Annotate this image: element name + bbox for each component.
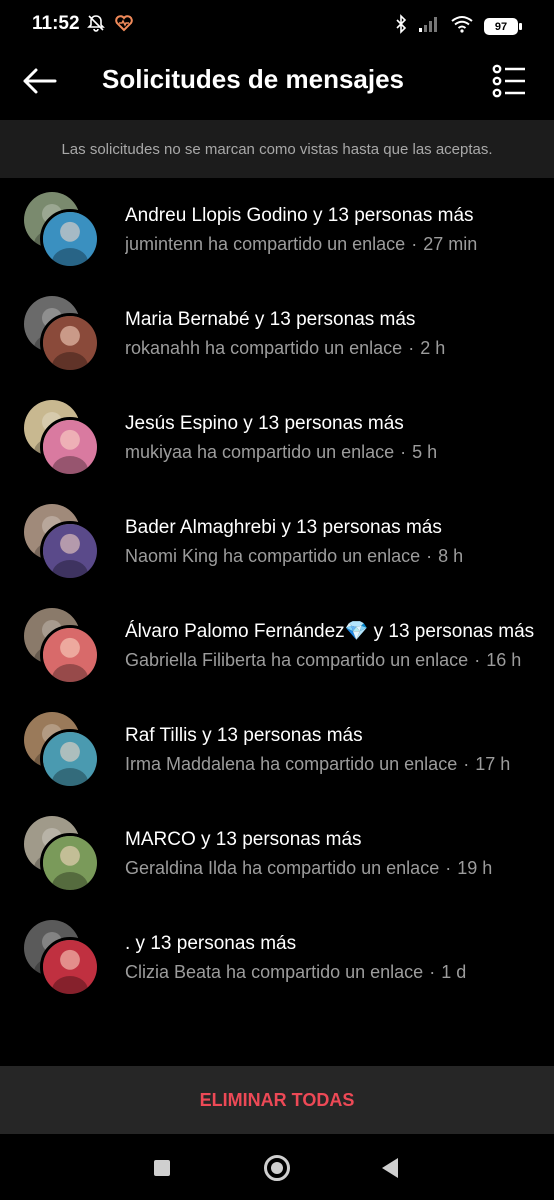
requests-notice: Las solicitudes no se marcan como vistas… [0,120,554,178]
separator-dot: · [429,962,436,982]
request-row[interactable]: Maria Bernabé y 13 personas más rokanahh… [0,284,554,388]
avatar [40,833,100,893]
request-message: Clizia Beata ha compartido un enlace [125,962,424,982]
bluetooth-icon [394,14,408,39]
avatar [40,937,100,997]
request-title: Jesús Espino y 13 personas más [125,413,404,434]
request-message: Naomi King ha compartido un enlace [125,546,421,566]
request-row[interactable]: . y 13 personas más Clizia Beata ha comp… [0,908,554,1012]
separator-dot: · [411,234,418,254]
status-bar: 11:52 97 [0,0,554,50]
request-message: mukiyaa ha compartido un enlace [125,442,395,462]
separator-dot: · [400,442,407,462]
request-title: . y 13 personas más [125,933,297,954]
battery-level: 97 [484,18,518,35]
request-message: Gabriella Filiberta ha compartido un enl… [125,650,469,670]
request-row[interactable]: MARCO y 13 personas más Geraldina Ilda h… [0,804,554,908]
group-avatar [24,504,102,582]
back-button[interactable] [20,65,60,97]
request-row[interactable]: Bader Almaghrebi y 13 personas más Naomi… [0,492,554,596]
avatar [40,313,100,373]
group-avatar [24,920,102,998]
request-list: Andreu Llopis Godino y 13 personas más j… [0,180,554,1012]
group-avatar [24,608,102,686]
group-avatar [24,192,102,270]
request-title: Álvaro Palomo Fernández💎 y 13 personas m… [125,621,535,642]
recents-button[interactable] [154,1160,170,1176]
avatar [40,417,100,477]
list-options-icon [492,64,525,98]
request-time: 8 h [438,546,464,566]
delete-all-label: ELIMINAR TODAS [199,1089,355,1110]
page-title: Solicitudes de mensajes [102,64,405,94]
bell-muted-icon [86,13,106,38]
options-button[interactable] [492,64,528,98]
request-title: Andreu Llopis Godino y 13 personas más [125,205,474,226]
request-message: Irma Maddalena ha compartido un enlace [125,754,458,774]
request-message: Geraldina Ilda ha compartido un enlace [125,858,440,878]
request-title: MARCO y 13 personas más [125,829,362,850]
separator-dot: · [445,858,452,878]
group-avatar [24,712,102,790]
signal-icon [418,15,440,38]
separator-dot: · [426,546,433,566]
group-avatar [24,816,102,894]
request-time: 16 h [486,650,522,670]
group-avatar [24,400,102,478]
battery-icon: 97 [484,18,522,35]
delete-all-button[interactable]: ELIMINAR TODAS [0,1066,554,1134]
request-row[interactable]: Raf Tillis y 13 personas más Irma Maddal… [0,700,554,804]
request-time: 17 h [475,754,511,774]
request-row[interactable]: Jesús Espino y 13 personas más mukiyaa h… [0,388,554,492]
request-time: 5 h [412,442,438,462]
request-time: 1 d [441,962,467,982]
request-title: Maria Bernabé y 13 personas más [125,309,416,330]
request-time: 19 h [457,858,493,878]
avatar [40,209,100,269]
status-left-icons [86,13,134,38]
status-time: 11:52 [32,13,80,34]
request-title: Raf Tillis y 13 personas más [125,725,363,746]
separator-dot: · [408,338,415,358]
avatar [40,729,100,789]
request-row[interactable]: Andreu Llopis Godino y 13 personas más j… [0,180,554,284]
request-row[interactable]: Álvaro Palomo Fernández💎 y 13 personas m… [0,596,554,700]
avatar [40,625,100,685]
avatar [40,521,100,581]
back-arrow-icon [23,68,57,94]
system-nav-bar [0,1134,554,1200]
heart-app-icon [114,13,134,38]
separator-dot: · [474,650,481,670]
status-right-icons: 97 [394,14,522,39]
wifi-icon [450,15,474,38]
separator-dot: · [463,754,470,774]
request-title: Bader Almaghrebi y 13 personas más [125,517,442,538]
request-time: 27 min [423,234,478,254]
request-message: jumintenn ha compartido un enlace [125,234,406,254]
home-button[interactable] [264,1155,290,1181]
notice-text: Las solicitudes no se marcan como vistas… [61,140,493,158]
group-avatar [24,296,102,374]
system-back-button[interactable] [382,1158,398,1178]
request-time: 2 h [420,338,446,358]
request-message: rokanahh ha compartido un enlace [125,338,403,358]
header: Solicitudes de mensajes [0,50,554,120]
